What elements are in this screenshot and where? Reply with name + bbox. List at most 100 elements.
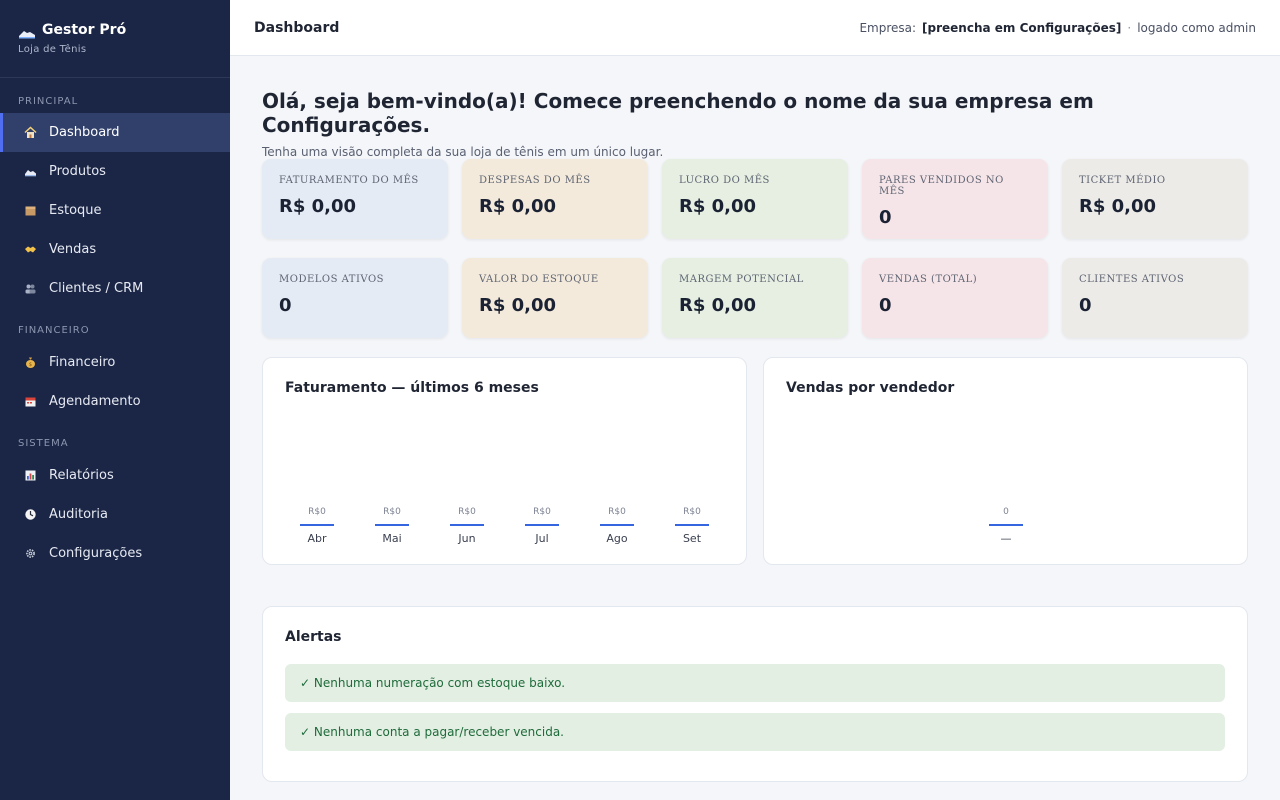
chart-tick-label: — xyxy=(1000,532,1012,545)
header-separator: · xyxy=(1127,20,1132,35)
sidebar-item-label: Produtos xyxy=(49,164,106,179)
kpi-label: DESPESAS DO MÊS xyxy=(479,175,591,186)
kpi-value: R$ 0,00 xyxy=(679,295,757,316)
kpi-card-lucro: LUCRO DO MÊS R$ 0,00 xyxy=(662,159,848,239)
alerts-panel: Alertas ✓ Nenhuma numeração com estoque … xyxy=(262,606,1248,782)
kpi-value: R$ 0,00 xyxy=(679,196,757,217)
company-value: [preencha em Configurações] xyxy=(922,20,1122,35)
chart-bar-group: R$0 Jun xyxy=(437,358,497,558)
sidebar-item-auditoria[interactable]: Auditoria xyxy=(0,495,230,534)
alert-low-stock: ✓ Nenhuma numeração com estoque baixo. xyxy=(285,664,1225,702)
alert-overdue-bills: ✓ Nenhuma conta a pagar/receber vencida. xyxy=(285,713,1225,751)
svg-text:$: $ xyxy=(29,362,32,368)
calendar-icon xyxy=(24,395,37,408)
sidebar-item-estoque[interactable]: Estoque xyxy=(0,191,230,230)
bar-chart-icon xyxy=(24,469,37,482)
kpi-card-pares-vendidos: PARES VENDIDOS NO MÊS 0 xyxy=(862,159,1048,239)
chart-tick-label: Abr xyxy=(307,532,327,545)
kpi-value: 0 xyxy=(879,295,892,316)
money-bag-icon: $ xyxy=(24,356,37,369)
chart-data-label: R$0 xyxy=(458,507,476,517)
section-label-sistema: SISTEMA xyxy=(18,438,69,449)
sidebar-item-vendas[interactable]: Vendas xyxy=(0,230,230,269)
chart-bar-group: R$0 Abr xyxy=(287,358,347,558)
sidebar-item-label: Estoque xyxy=(49,203,102,218)
handshake-icon xyxy=(24,243,37,256)
chart-bar xyxy=(675,524,709,526)
welcome-subtitle: Tenha uma visão completa da sua loja de … xyxy=(262,145,664,159)
section-label-principal: PRINCIPAL xyxy=(18,96,79,107)
section-label-financeiro: FINANCEIRO xyxy=(18,325,90,336)
chart-title: Vendas por vendedor xyxy=(786,380,955,396)
chart-tick-label: Ago xyxy=(606,532,628,545)
sidebar-item-financeiro[interactable]: $ Financeiro xyxy=(0,343,230,382)
sidebar-item-label: Clientes / CRM xyxy=(49,281,144,296)
home-icon xyxy=(24,126,37,139)
logged-user-text: logado como admin xyxy=(1137,20,1256,35)
main-content: Olá, seja bem-vindo(a)! Comece preenchen… xyxy=(262,56,1248,782)
kpi-label: TICKET MÉDIO xyxy=(1079,175,1166,186)
box-icon xyxy=(24,204,37,217)
kpi-label: FATURAMENTO DO MÊS xyxy=(279,175,419,186)
chart-data-label: R$0 xyxy=(533,507,551,517)
kpi-value: R$ 0,00 xyxy=(479,295,557,316)
chart-data-label: R$0 xyxy=(683,507,701,517)
sidebar-item-label: Relatórios xyxy=(49,468,114,483)
sidebar-item-dashboard[interactable]: Dashboard xyxy=(0,113,230,152)
kpi-label: VENDAS (TOTAL) xyxy=(879,274,978,285)
sidebar-item-label: Financeiro xyxy=(49,355,116,370)
gear-icon xyxy=(24,547,37,560)
chart-bar-group: 0— xyxy=(976,358,1036,558)
revenue-chart-panel: Faturamento — últimos 6 meses R$0 Abr R$0 M… xyxy=(262,357,747,565)
kpi-cards-row-2: MODELOS ATIVOS 0 VALOR DO ESTOQUE R$ 0,0… xyxy=(262,258,1248,338)
people-icon xyxy=(24,282,37,295)
chart-bar xyxy=(450,524,484,526)
shoe-logo-icon xyxy=(18,24,36,39)
sidebar-item-relatorios[interactable]: Relatórios xyxy=(0,456,230,495)
sidebar-item-label: Configurações xyxy=(49,546,143,561)
sidebar-item-agendamento[interactable]: Agendamento xyxy=(0,382,230,421)
sidebar-item-label: Dashboard xyxy=(49,125,120,140)
kpi-label: LUCRO DO MÊS xyxy=(679,175,770,186)
sidebar: Gestor Pró Loja de Tênis PRINCIPAL Dashb… xyxy=(0,0,230,800)
brand-title: Gestor Pró xyxy=(42,22,127,38)
shoe-icon xyxy=(24,165,37,178)
header-info: Empresa: [preencha em Configurações] · l… xyxy=(859,21,1256,35)
sidebar-item-configuracoes[interactable]: Configurações xyxy=(0,534,230,573)
chart-tick-label: Jul xyxy=(535,532,549,545)
kpi-card-faturamento: FATURAMENTO DO MÊS R$ 0,00 xyxy=(262,159,448,239)
kpi-card-valor-estoque: VALOR DO ESTOQUE R$ 0,00 xyxy=(462,258,648,338)
sidebar-item-produtos[interactable]: Produtos xyxy=(0,152,230,191)
chart-data-label: 0 xyxy=(1003,507,1009,517)
chart-data-label: R$0 xyxy=(308,507,326,517)
kpi-card-clientes-ativos: CLIENTES ATIVOS 0 xyxy=(1062,258,1248,338)
kpi-cards-row-1: FATURAMENTO DO MÊS R$ 0,00 DESPESAS DO M… xyxy=(262,159,1248,239)
kpi-label: PARES VENDIDOS NO MÊS xyxy=(879,175,1004,197)
chart-bar xyxy=(375,524,409,526)
sidebar-item-label: Auditoria xyxy=(49,507,108,522)
chart-bar xyxy=(600,524,634,526)
sidebar-item-label: Agendamento xyxy=(49,394,141,409)
chart-bar-group: R$0 Jul xyxy=(512,358,572,558)
chart-bar-group: R$0 Mai xyxy=(362,358,422,558)
kpi-label: CLIENTES ATIVOS xyxy=(1079,274,1185,285)
sidebar-item-label: Vendas xyxy=(49,242,97,257)
chart-bar xyxy=(989,524,1023,526)
company-prefix: Empresa: xyxy=(859,20,917,35)
brand: Gestor Pró Loja de Tênis xyxy=(0,0,230,78)
brand-subtitle: Loja de Tênis xyxy=(18,44,87,55)
kpi-card-margem-potencial: MARGEM POTENCIAL R$ 0,00 xyxy=(662,258,848,338)
sidebar-item-clientes-crm[interactable]: Clientes / CRM xyxy=(0,269,230,308)
clock-icon xyxy=(24,508,37,521)
kpi-value: R$ 0,00 xyxy=(279,196,357,217)
chart-tick-label: Jun xyxy=(458,532,476,545)
kpi-label: MODELOS ATIVOS xyxy=(279,274,385,285)
chart-data-label: R$0 xyxy=(383,507,401,517)
kpi-label: VALOR DO ESTOQUE xyxy=(479,274,599,285)
kpi-label: MARGEM POTENCIAL xyxy=(679,274,804,285)
chart-tick-label: Mai xyxy=(382,532,402,545)
kpi-card-vendas-total: VENDAS (TOTAL) 0 xyxy=(862,258,1048,338)
kpi-card-despesas: DESPESAS DO MÊS R$ 0,00 xyxy=(462,159,648,239)
kpi-value: 0 xyxy=(879,207,892,228)
kpi-card-modelos-ativos: MODELOS ATIVOS 0 xyxy=(262,258,448,338)
